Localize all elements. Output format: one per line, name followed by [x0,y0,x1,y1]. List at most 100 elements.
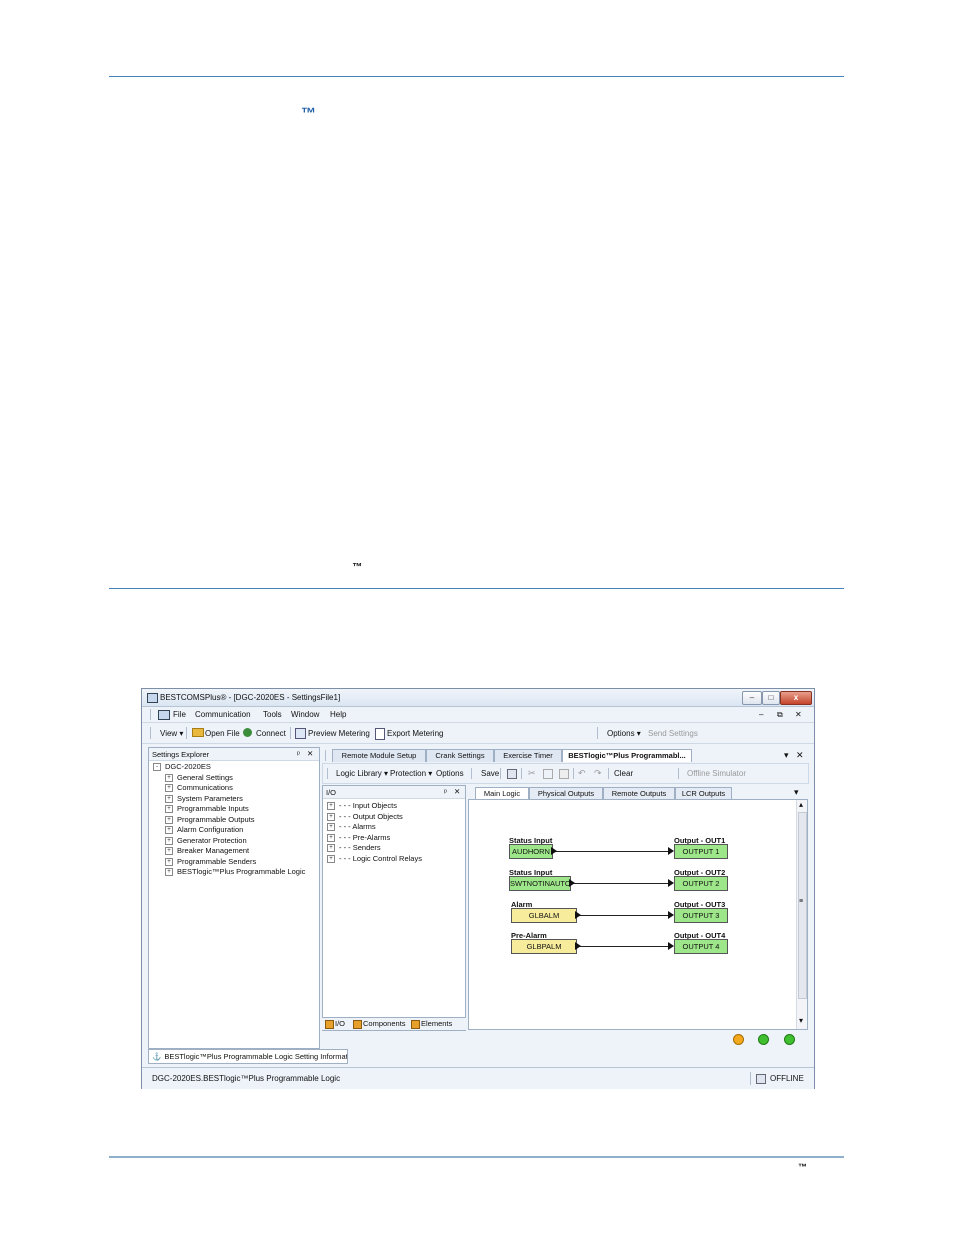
expand-icon[interactable]: + [165,868,173,877]
tab-crank-settings[interactable]: Crank Settings [426,749,494,762]
scroll-up-icon[interactable]: ▴ [799,800,803,809]
info-tab[interactable]: ⚓ BESTlogic™Plus Programmable Logic Setti… [148,1049,348,1064]
menu-tools[interactable]: Tools [263,710,282,719]
pin-icon[interactable]: ᵖ [444,787,447,796]
io-tree-item[interactable]: + - - - Output Objects [327,812,422,823]
output-block-3[interactable]: OUTPUT 3 [674,908,728,923]
connection-wire[interactable] [571,883,670,884]
tree-root[interactable]: - DGC-2020ES [153,762,305,773]
connection-wire[interactable] [577,946,670,947]
mdi-close-button[interactable]: ✕ [795,710,802,719]
undo-icon[interactable]: ↶ [578,768,586,779]
protection-dropdown[interactable]: Protection ▾ [390,769,432,778]
offline-simulator-button[interactable]: Offline Simulator [687,769,746,778]
expand-icon[interactable]: + [165,784,173,793]
tree-item-label[interactable]: System Parameters [177,794,243,803]
tree-item[interactable]: + System Parameters [153,794,305,805]
expand-icon[interactable]: + [165,794,173,803]
scroll-thumb[interactable] [798,812,807,999]
io-tree-item[interactable]: + - - - Senders [327,843,422,854]
tab-close-icon[interactable]: ✕ [796,750,804,761]
preview-metering-button[interactable]: Preview Metering [308,729,370,738]
logic-canvas[interactable]: ▴ ≡ ▾ Status Input AUDHORN Output - OUT1… [468,799,808,1030]
io-item-label[interactable]: Alarms [352,822,375,831]
tree-item-label[interactable]: Alarm Configuration [177,825,243,834]
logic-library-dropdown[interactable]: Logic Library ▾ [336,769,388,778]
input-block-glbpalm[interactable]: GLBPALM [511,939,577,954]
tree-item-label[interactable]: Communications [177,783,233,792]
tab-dropdown-icon[interactable]: ▾ [784,750,789,761]
send-settings-button[interactable]: Send Settings [648,729,698,738]
maximize-button[interactable]: □ [762,691,780,705]
tree-item[interactable]: + Programmable Senders [153,857,305,868]
print-icon[interactable] [507,769,517,779]
clear-button[interactable]: Clear [614,769,633,778]
expand-icon[interactable]: + [165,847,173,856]
mdi-minimize-button[interactable]: – [759,710,763,719]
scroll-down-icon[interactable]: ▾ [799,1016,803,1025]
output-block-1[interactable]: OUTPUT 1 [674,844,728,859]
view-dropdown[interactable]: View ▾ [160,729,183,738]
expand-icon[interactable]: + [327,812,335,821]
expand-icon[interactable]: + [327,854,335,863]
tree-item-label[interactable]: Breaker Management [177,846,249,855]
expand-icon[interactable]: + [327,844,335,853]
input-block-glbalm[interactable]: GLBALM [511,908,577,923]
expand-icon[interactable]: + [165,836,173,845]
menu-help[interactable]: Help [330,710,346,719]
menu-window[interactable]: Window [291,710,319,719]
tab-remote-module-setup[interactable]: Remote Module Setup [332,749,426,762]
io-tree-item[interactable]: + - - - Logic Control Relays [327,854,422,865]
tree-item[interactable]: + General Settings [153,773,305,784]
close-button[interactable]: x [780,691,812,705]
subtab-dropdown-icon[interactable]: ▾ [794,787,799,798]
tab-bestlogic[interactable]: BESTlogic™Plus Programmabl... [562,749,692,762]
tab-lcr-outputs[interactable]: LCR Outputs [675,787,732,799]
connect-button[interactable]: Connect [256,729,286,738]
tree-item[interactable]: + Programmable Outputs [153,815,305,826]
tree-item-label[interactable]: General Settings [177,773,233,782]
tab-physical-outputs[interactable]: Physical Outputs [529,787,603,799]
tree-item[interactable]: + Generator Protection [153,836,305,847]
tree-item-label[interactable]: BESTlogic™Plus Programmable Logic [177,867,305,876]
options-dropdown[interactable]: Options ▾ [607,729,641,738]
io-tree-item[interactable]: + - - - Alarms [327,822,422,833]
tree-item-label[interactable]: Programmable Outputs [177,815,255,824]
io-item-label[interactable]: Output Objects [353,812,403,821]
mdi-restore-button[interactable]: ⧉ [777,710,783,720]
io-item-label[interactable]: Senders [353,843,381,852]
tree-item[interactable]: + BESTlogic™Plus Programmable Logic [153,867,305,878]
tree-item-label[interactable]: Programmable Senders [177,857,256,866]
save-button[interactable]: Save [481,769,499,778]
io-item-label[interactable]: Logic Control Relays [353,854,422,863]
collapse-icon[interactable]: - [153,763,161,772]
expand-icon[interactable]: + [327,833,335,842]
tab-remote-outputs[interactable]: Remote Outputs [603,787,675,799]
logic-options-button[interactable]: Options [436,769,464,778]
canvas-scrollbar[interactable]: ▴ ≡ ▾ [796,800,807,1029]
close-icon[interactable]: ✕ [307,749,313,758]
tab-exercise-timer[interactable]: Exercise Timer [494,749,562,762]
expand-icon[interactable]: + [165,805,173,814]
redo-icon[interactable]: ↷ [594,768,602,779]
tree-item[interactable]: + Communications [153,783,305,794]
expand-icon[interactable]: + [327,823,335,832]
menu-file[interactable]: File [173,710,186,719]
input-block-swtnotinauto[interactable]: SWTNOTINAUTO [509,876,571,891]
copy-icon[interactable] [543,769,553,779]
pin-icon[interactable]: ᵖ [297,749,300,758]
expand-icon[interactable]: + [327,802,335,811]
io-item-label[interactable]: Pre-Alarms [353,833,391,842]
tree-item-label[interactable]: Generator Protection [177,836,247,845]
io-tree-item[interactable]: + - - - Input Objects [327,801,422,812]
tree-item[interactable]: + Breaker Management [153,846,305,857]
expand-icon[interactable]: + [165,773,173,782]
expand-icon[interactable]: + [165,826,173,835]
cut-icon[interactable]: ✂ [528,768,536,779]
tree-item-label[interactable]: Programmable Inputs [177,804,249,813]
output-block-4[interactable]: OUTPUT 4 [674,939,728,954]
io-item-label[interactable]: Input Objects [353,801,397,810]
menu-app-icon[interactable] [158,710,170,720]
expand-icon[interactable]: + [165,857,173,866]
export-metering-button[interactable]: Export Metering [387,729,443,738]
